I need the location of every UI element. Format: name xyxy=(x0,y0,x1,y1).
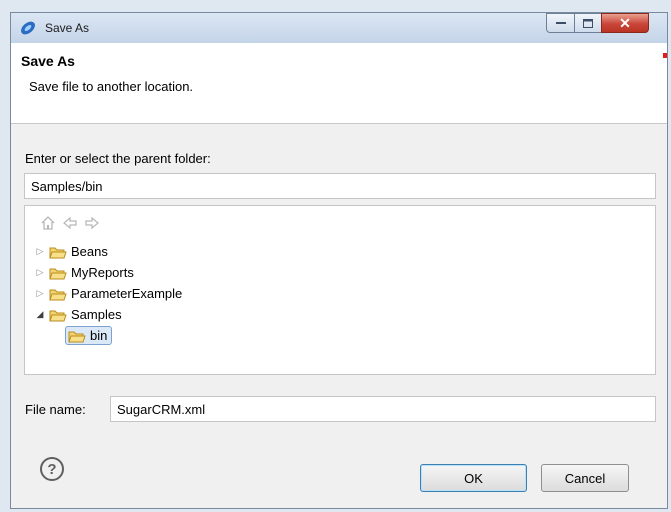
parent-folder-value: Samples/bin xyxy=(31,178,103,194)
folder-tree[interactable]: ▷ Beans ▷ MyReports ▷ ParameterExample ◢… xyxy=(24,205,656,375)
file-name-value: SugarCRM.xml xyxy=(117,401,206,417)
tree-nav xyxy=(41,216,99,230)
maximize-icon xyxy=(583,18,593,28)
maximize-button[interactable] xyxy=(574,13,602,33)
header-description: Save file to another location. xyxy=(29,79,194,94)
tree-item-bin[interactable]: bin xyxy=(65,325,113,346)
home-icon[interactable] xyxy=(41,216,55,230)
app-icon xyxy=(21,21,35,35)
header-title: Save As xyxy=(21,53,75,69)
dialog-header: Save As Save file to another location. xyxy=(11,43,667,124)
tree-item-label: Samples xyxy=(71,307,122,322)
ok-label: OK xyxy=(464,470,483,486)
minimize-button[interactable] xyxy=(546,13,575,33)
forward-arrow-icon[interactable] xyxy=(85,216,99,230)
title-bar[interactable]: Save As ✕ xyxy=(11,13,667,43)
tree-item-parameterexample[interactable]: ▷ ParameterExample xyxy=(35,283,183,304)
ok-button[interactable]: OK xyxy=(420,464,527,492)
close-icon: ✕ xyxy=(619,14,631,31)
tree-item-myreports[interactable]: ▷ MyReports xyxy=(35,262,134,283)
tree-item-label: ParameterExample xyxy=(71,286,183,301)
tree-item-label: bin xyxy=(90,328,108,343)
folder-icon xyxy=(49,268,67,279)
save-as-dialog: Save As ✕ Save As Save file to another l… xyxy=(10,12,668,509)
help-button[interactable]: ? xyxy=(40,457,64,481)
tree-item-beans[interactable]: ▷ Beans xyxy=(35,241,108,262)
file-name-input[interactable]: SugarCRM.xml xyxy=(110,396,656,422)
parent-folder-input[interactable]: Samples/bin xyxy=(24,173,656,199)
folder-icon xyxy=(49,247,67,258)
cancel-label: Cancel xyxy=(564,470,606,486)
expand-arrow-icon[interactable]: ▷ xyxy=(35,246,45,257)
folder-icon xyxy=(49,310,67,321)
selected-item[interactable]: bin xyxy=(65,326,113,345)
expand-arrow-icon[interactable]: ▷ xyxy=(35,288,45,299)
back-arrow-icon[interactable] xyxy=(63,216,77,230)
tree-item-label: Beans xyxy=(71,244,108,259)
cancel-button[interactable]: Cancel xyxy=(541,464,629,492)
tree-item-samples[interactable]: ◢ Samples xyxy=(35,304,122,325)
help-icon: ? xyxy=(47,460,57,478)
close-button[interactable]: ✕ xyxy=(601,13,649,33)
red-marker xyxy=(663,53,667,58)
file-name-label: File name: xyxy=(25,402,86,417)
collapse-arrow-icon[interactable]: ◢ xyxy=(35,309,45,320)
expand-arrow-icon[interactable]: ▷ xyxy=(35,267,45,278)
parent-folder-label: Enter or select the parent folder: xyxy=(25,151,211,166)
folder-icon xyxy=(68,331,86,342)
minimize-icon xyxy=(555,22,566,24)
tree-item-label: MyReports xyxy=(71,265,134,280)
folder-icon xyxy=(49,289,67,300)
window-title: Save As xyxy=(45,21,90,35)
